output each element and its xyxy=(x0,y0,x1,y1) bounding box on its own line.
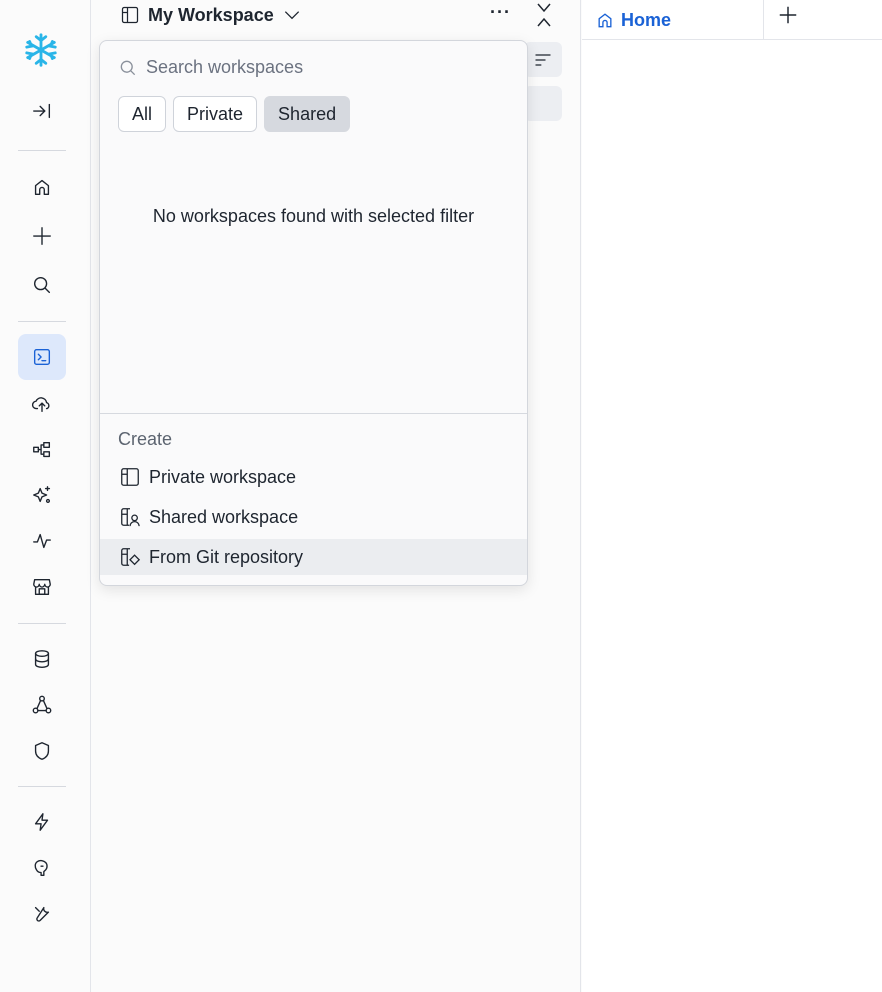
transformation-icon[interactable] xyxy=(28,436,56,464)
ai-ml-icon[interactable] xyxy=(28,481,56,509)
filter-shared[interactable]: Shared xyxy=(264,96,351,132)
rail-divider xyxy=(18,623,66,624)
rail-divider xyxy=(18,321,66,322)
sort-icon xyxy=(535,53,551,66)
add-tab-button[interactable] xyxy=(777,4,801,28)
main-content: Home xyxy=(582,0,882,992)
rail-divider xyxy=(18,150,66,151)
marketplace-icon[interactable] xyxy=(28,573,56,601)
menu-item-label: From Git repository xyxy=(149,546,304,567)
search-icon xyxy=(120,60,136,75)
home-icon xyxy=(598,13,612,28)
private-workspace-icon xyxy=(121,468,139,486)
dropdown-divider xyxy=(100,413,527,414)
home-icon[interactable] xyxy=(28,173,56,201)
workspace-dropdown: Search workspaces All Private Shared No … xyxy=(99,40,528,586)
create-private-workspace[interactable]: Private workspace xyxy=(100,459,527,495)
projects-icon[interactable] xyxy=(28,343,56,371)
filter-chips: All Private Shared xyxy=(118,96,351,132)
create-shared-workspace[interactable]: Shared workspace xyxy=(100,499,527,535)
git-workspace-icon xyxy=(121,548,141,566)
shared-workspace-icon xyxy=(121,508,140,527)
filter-private[interactable]: Private xyxy=(173,96,258,132)
workspace-switcher[interactable]: My Workspace xyxy=(120,0,302,30)
create-section-label: Create xyxy=(118,429,173,449)
data-upload-icon[interactable] xyxy=(28,390,56,418)
admin-icon[interactable] xyxy=(28,900,56,928)
plus-icon xyxy=(779,6,797,24)
chevron-down-icon xyxy=(284,11,299,20)
expand-nav-icon[interactable] xyxy=(28,97,56,125)
rail-divider xyxy=(18,786,66,787)
filter-all[interactable]: All xyxy=(118,96,167,132)
more-options-button[interactable]: ··· xyxy=(490,2,511,23)
create-from-git[interactable]: From Git repository xyxy=(100,539,527,575)
left-nav-rail xyxy=(0,0,91,992)
workspace-title: My Workspace xyxy=(148,4,274,25)
file-tree-row-placeholder xyxy=(524,86,562,121)
empty-state-message: No workspaces found with selected filter xyxy=(152,206,475,226)
postgres-icon[interactable] xyxy=(28,854,56,882)
horizon-icon[interactable] xyxy=(28,691,56,719)
menu-item-label: Shared workspace xyxy=(149,506,299,527)
create-icon[interactable] xyxy=(28,222,56,250)
monitoring-icon[interactable] xyxy=(28,527,56,555)
snowflake-logo[interactable] xyxy=(22,30,60,70)
tab-home[interactable]: Home xyxy=(582,0,764,40)
search-placeholder: Search workspaces xyxy=(146,57,304,77)
collapse-panel-icon[interactable] xyxy=(533,2,557,28)
sort-button[interactable] xyxy=(524,42,562,77)
compute-icon[interactable] xyxy=(28,808,56,836)
tab-bar: Home xyxy=(582,0,882,40)
workspace-icon xyxy=(121,6,139,24)
workspace-search[interactable]: Search workspaces xyxy=(118,57,303,78)
catalog-icon[interactable] xyxy=(28,645,56,673)
search-icon[interactable] xyxy=(28,271,56,299)
tab-label: Home xyxy=(621,9,672,30)
governance-icon[interactable] xyxy=(28,737,56,765)
menu-item-label: Private workspace xyxy=(149,466,297,487)
